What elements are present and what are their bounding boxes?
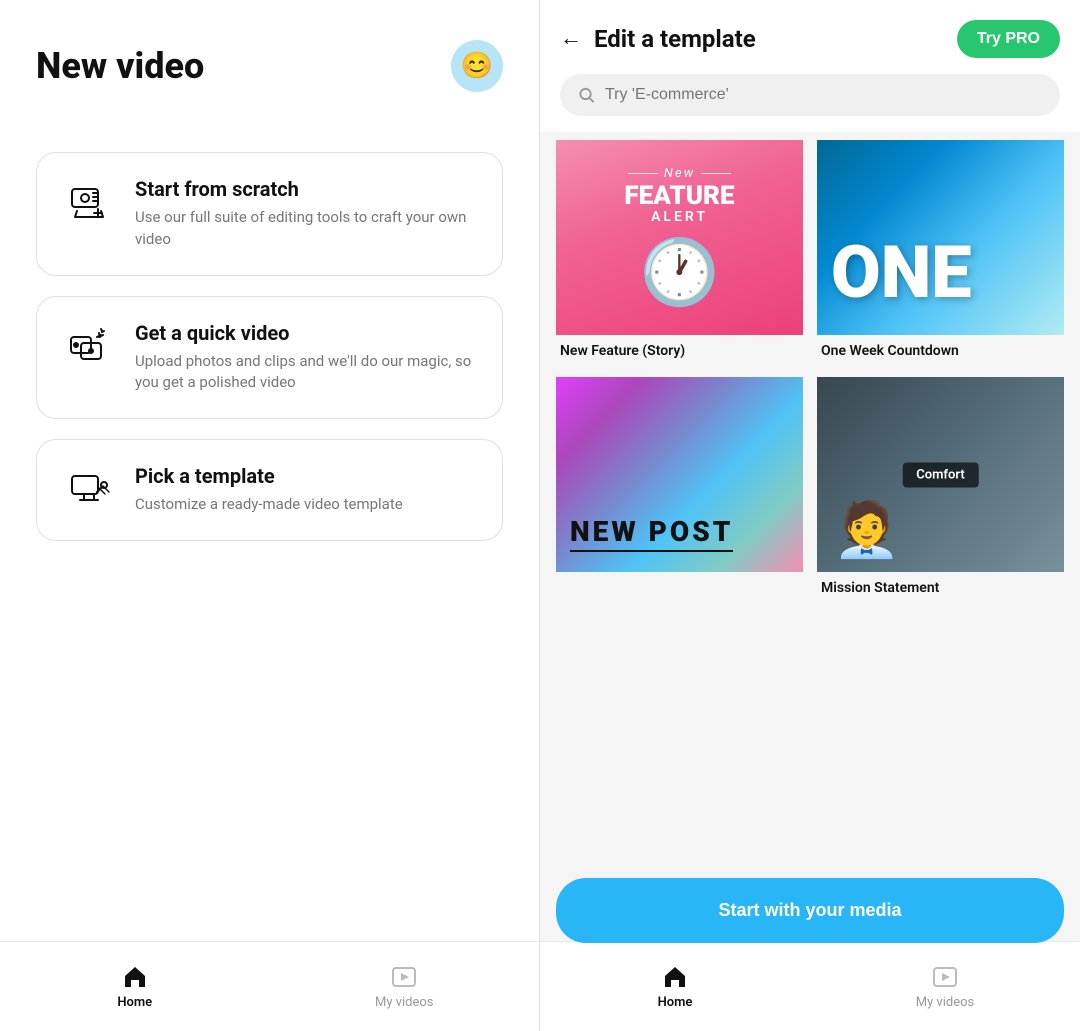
left-bottom-nav: Home My videos [0,941,539,1031]
clock-emoji: 🕐 [624,235,734,310]
template-card-new-post[interactable]: NEW POST [556,377,803,600]
feature-new-text: New [624,166,734,181]
left-myvideos-label: My videos [375,995,434,1010]
right-home-label: Home [658,995,693,1010]
quick-desc: Upload photos and clips and we'll do our… [135,351,476,395]
start-from-scratch-card[interactable]: Start from scratch Use our full suite of… [36,152,503,276]
label-mission: Mission Statement [817,572,1064,600]
right-panel-title: Edit a template [594,25,945,53]
thumb-new-feature: New FEATURE ALERT 🕐 [556,140,803,335]
right-panel: ← Edit a template Try PRO New FEATURE AL… [540,0,1080,1031]
thumb-mission: 🧑‍💼 Comfort [817,377,1064,572]
right-myvideos-label: My videos [916,995,975,1010]
template-desc: Customize a ready-made video template [135,494,403,516]
person-icon: 🧑‍💼 [833,499,900,562]
scratch-title: Start from scratch [135,177,476,201]
home-icon-left [121,963,149,991]
template-icon [63,464,115,516]
home-icon-right [661,963,689,991]
comfort-badge: Comfort [902,462,979,487]
left-myvideos-nav-item[interactable]: My videos [270,963,540,1010]
newpost-text: NEW POST [570,515,733,552]
quick-title: Get a quick video [135,321,476,345]
label-one-week: One Week Countdown [817,335,1064,363]
feature-sub: ALERT [624,209,734,225]
left-panel: New video 😊 Start from scratch Use our f… [0,0,540,1031]
right-myvideos-nav-item[interactable]: My videos [810,963,1080,1010]
template-card-text: Pick a template Customize a ready-made v… [135,464,403,516]
thumb-one-week: ONE [817,140,1064,335]
template-card-mission[interactable]: 🧑‍💼 Comfort Mission Statement [817,377,1064,600]
avatar[interactable]: 😊 [451,40,503,92]
feature-title: FEATURE [624,183,734,209]
search-bar-container [540,74,1080,132]
template-card-new-feature[interactable]: New FEATURE ALERT 🕐 New Feature (Story) [556,140,803,363]
magic-icon [63,321,115,373]
avatar-emoji: 😊 [461,51,493,81]
back-button[interactable]: ← [560,28,582,50]
search-icon [578,86,595,104]
thumb-new-post: NEW POST [556,377,803,572]
editor-icon [63,177,115,229]
start-media-button[interactable]: Start with your media [556,878,1064,943]
quick-card-text: Get a quick video Upload photos and clip… [135,321,476,395]
page-title: New video [36,45,204,87]
pick-template-card[interactable]: Pick a template Customize a ready-made v… [36,439,503,541]
right-home-nav-item[interactable]: Home [540,963,810,1010]
ocean-text: ONE [831,230,972,315]
search-wrapper [560,74,1060,116]
right-header: ← Edit a template Try PRO [540,0,1080,74]
left-home-label: Home [117,995,152,1010]
start-media-bar: Start with your media [556,878,1064,943]
try-pro-button[interactable]: Try PRO [957,20,1060,58]
search-input[interactable] [605,86,1042,104]
options-container: Start from scratch Use our full suite of… [0,112,539,941]
template-title: Pick a template [135,464,403,488]
scratch-desc: Use our full suite of editing tools to c… [135,207,476,251]
template-card-one-week[interactable]: ONE One Week Countdown [817,140,1064,363]
left-home-nav-item[interactable]: Home [0,963,270,1010]
quick-video-card[interactable]: Get a quick video Upload photos and clip… [36,296,503,420]
label-new-feature: New Feature (Story) [556,335,803,363]
right-bottom-nav: Home My videos [540,941,1080,1031]
label-new-post [556,572,803,584]
myvideos-icon-left [390,963,418,991]
scratch-card-text: Start from scratch Use our full suite of… [135,177,476,251]
myvideos-icon-right [931,963,959,991]
left-header: New video 😊 [0,0,539,112]
pink-content: New FEATURE ALERT 🕐 [624,166,734,310]
